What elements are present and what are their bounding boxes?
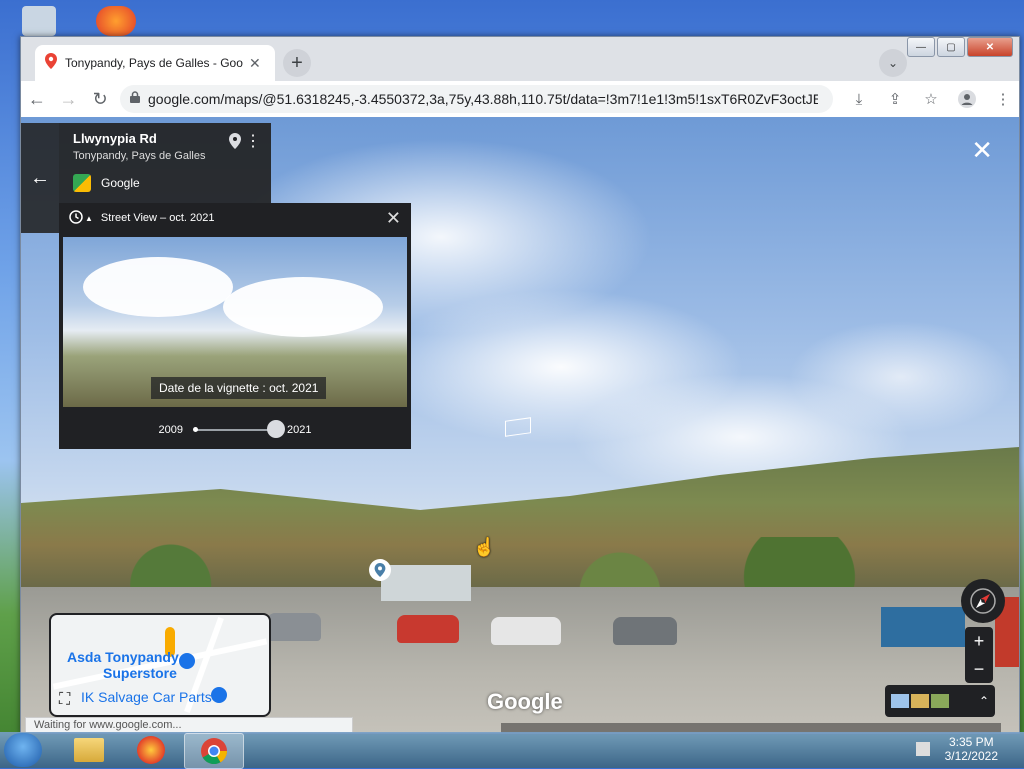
thumbnail-cloud [223, 277, 383, 337]
slider-start-year: 2009 [158, 424, 183, 436]
window-controls: — ▢ ✕ [907, 37, 1013, 57]
taskbar: 3:35 PM 3/12/2022 [0, 732, 1024, 769]
address-bar[interactable]: google.com/maps/@51.6318245,-3.4550372,3… [120, 85, 833, 113]
time-machine-thumbnail[interactable]: Date de la vignette : oct. 2021 [63, 237, 407, 407]
zoom-out-button[interactable]: − [974, 659, 985, 680]
minimap-place-asda: Asda Tonypandy [67, 649, 179, 665]
silver-car [267, 613, 321, 641]
start-button[interactable] [4, 733, 42, 767]
tab-title: Tonypandy, Pays de Galles - Google Maps [65, 56, 243, 70]
back-arrow-icon[interactable]: ← [21, 123, 59, 233]
google-watermark: Google [487, 689, 563, 714]
taskbar-firefox[interactable] [122, 733, 180, 767]
chevron-down-icon: ⌄ [887, 56, 899, 70]
taskbar-chrome[interactable] [184, 733, 244, 769]
minimap-place-salvage: IK Salvage Car Parts [81, 689, 212, 705]
provider-label: Google [101, 176, 140, 190]
status-bar: Waiting for www.google.com... [25, 717, 353, 733]
forward-button[interactable]: → [53, 83, 85, 115]
slider-knob[interactable] [267, 420, 285, 438]
address-panel: Llwynypia Rd Tonypandy, Pays de Galles G… [59, 123, 271, 203]
toolbar-icons: ⤓ ⇪ ☆ ⋮ [843, 83, 1019, 115]
history-clock-icon [69, 209, 83, 227]
expand-map-icon[interactable]: ⛶ [59, 691, 70, 709]
system-clock[interactable]: 3:35 PM 3/12/2022 [945, 735, 998, 763]
hand-cursor-icon: ☝ [473, 537, 496, 557]
compass-button[interactable] [961, 579, 1005, 623]
clock-date: 3/12/2022 [944, 749, 998, 763]
time-machine-panel: ▲ Street View – oct. 2021 ✕ Date de la v… [59, 203, 411, 449]
taskbar-explorer[interactable] [60, 733, 118, 767]
new-tab-button[interactable]: + [283, 49, 311, 77]
street-view-viewport[interactable]: ☝ ✕ ← Llwynypia Rd Tonypandy, Pays de Ga… [21, 117, 1019, 733]
provider-row: Google [73, 174, 257, 192]
lock-icon [130, 90, 141, 108]
caret-up-icon: ▲ [85, 213, 93, 223]
zoom-control: + − [965, 627, 993, 683]
zoom-in-button[interactable]: + [974, 631, 985, 652]
year-slider[interactable]: 2009 2021 [59, 415, 411, 445]
install-icon[interactable]: ⤓ [843, 83, 875, 115]
maximize-button[interactable]: ▢ [937, 37, 965, 57]
url-text: google.com/maps/@51.6318245,-3.4550372,3… [148, 91, 819, 107]
thumbnail-date-label: Date de la vignette : oct. 2021 [151, 377, 327, 399]
white-car [491, 617, 561, 645]
map-pin-icon[interactable] [229, 133, 241, 154]
recycle-bin-icon[interactable] [22, 6, 56, 36]
compass-icon [970, 588, 996, 614]
close-window-button[interactable]: ✕ [967, 37, 1013, 57]
location-marker-icon[interactable] [369, 559, 391, 581]
google-maps-logo-icon [73, 174, 91, 192]
close-street-view-icon[interactable]: ✕ [971, 135, 993, 166]
imagery-thumb[interactable] [931, 694, 949, 708]
imagery-strip[interactable]: ⌃ [885, 685, 995, 717]
shopping-bag-icon [211, 687, 227, 703]
network-tray-icon[interactable] [916, 742, 930, 756]
more-options-icon[interactable]: ⋮ [245, 131, 261, 151]
minimize-button[interactable]: — [907, 37, 935, 57]
slider-track[interactable] [193, 420, 285, 438]
blue-wall [881, 607, 965, 647]
browser-toolbar: ← → ↻ google.com/maps/@51.6318245,-3.455… [21, 81, 1019, 118]
clock-time: 3:35 PM [948, 735, 994, 749]
bookmark-star-icon[interactable]: ☆ [915, 83, 947, 115]
firefox-icon [137, 736, 165, 764]
minimap-place-asda-line2: Superstore [103, 665, 177, 681]
google-maps-pin-icon [45, 52, 57, 74]
shopping-cart-icon [179, 653, 195, 669]
tab-google-maps[interactable]: Tonypandy, Pays de Galles - Google Maps … [35, 45, 275, 81]
street-view-cursor-target [505, 417, 531, 437]
time-machine-title: Street View – oct. 2021 [100, 212, 215, 224]
imagery-thumb[interactable] [891, 694, 909, 708]
kebab-menu-icon[interactable]: ⋮ [987, 83, 1019, 115]
close-time-machine-icon[interactable]: ✕ [386, 208, 401, 229]
firefox-desktop-icon[interactable] [96, 6, 136, 36]
gray-car [613, 617, 677, 645]
imagery-thumb[interactable] [911, 694, 929, 708]
tab-search-button[interactable]: ⌄ [879, 49, 907, 77]
slider-start-dot [193, 427, 198, 432]
folder-icon [74, 738, 104, 762]
thumbnail-cloud [83, 257, 233, 317]
share-icon[interactable]: ⇪ [879, 83, 911, 115]
slider-end-year: 2021 [287, 424, 312, 436]
close-tab-icon[interactable]: ✕ [249, 55, 261, 72]
profile-icon[interactable] [951, 83, 983, 115]
time-machine-header[interactable]: ▲ Street View – oct. 2021 ✕ [59, 203, 411, 233]
minimap[interactable]: Asda Tonypandy Superstore IK Salvage Car… [49, 613, 271, 717]
browser-window: Tonypandy, Pays de Galles - Google Maps … [20, 36, 1020, 734]
tab-strip: Tonypandy, Pays de Galles - Google Maps … [21, 37, 1019, 81]
red-car [397, 615, 459, 643]
expand-up-icon[interactable]: ⌃ [979, 694, 989, 708]
building [381, 565, 471, 601]
chrome-icon [201, 738, 228, 765]
back-button[interactable]: ← [21, 83, 53, 115]
reload-button[interactable]: ↻ [84, 83, 116, 115]
